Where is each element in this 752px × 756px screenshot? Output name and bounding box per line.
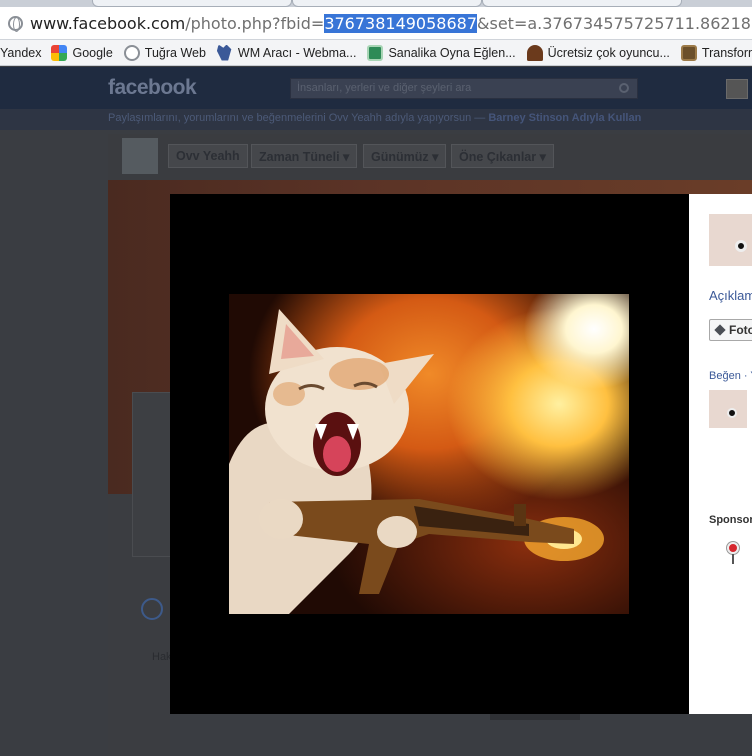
like-link[interactable]: Beğen · Y: [709, 370, 752, 382]
bookmark-label: Yandex: [0, 45, 42, 60]
bookmark-sanalika[interactable]: Sanalika Oyna Eğlen...: [367, 44, 516, 61]
browser-tab[interactable]: [482, 0, 682, 7]
bookmark-label: WM Aracı - Webma...: [237, 45, 357, 60]
bookmark-label: Google: [72, 45, 113, 60]
bookmark-wm-araci[interactable]: WM Aracı - Webma...: [216, 44, 357, 61]
about-label[interactable]: Hak: [152, 651, 172, 663]
google-icon: [51, 44, 68, 61]
avatar-eye-graphic: [727, 408, 737, 418]
page-fragment: [490, 714, 580, 720]
bookmark-label: Tuğra Web: [144, 45, 206, 60]
browser-tab[interactable]: [92, 0, 292, 7]
highlights-button[interactable]: Öne Çıkanlar ▾: [451, 144, 554, 168]
bookmark-transformice[interactable]: Transformice: [680, 44, 752, 61]
map-pin-icon[interactable]: [727, 542, 739, 564]
bookmark-label: Transformice: [701, 45, 752, 60]
photo-side-panel: Açıklam Foto Beğen · Y Sponsor: [689, 194, 752, 714]
bookmark-yandex[interactable]: Yandex: [0, 46, 41, 60]
timeline-button[interactable]: Zaman Tüneli ▾: [251, 144, 358, 168]
photo[interactable]: [229, 294, 629, 614]
page-nav-bar: Ovv Yeahh Zaman Tüneli ▾ Günümüz ▾ Öne Ç…: [108, 134, 752, 180]
url-tail: &set=a.376734575725711.86218.19091679430…: [477, 13, 752, 33]
globe-icon: [123, 44, 140, 61]
page-avatar[interactable]: [122, 138, 158, 174]
uploader-avatar[interactable]: [709, 214, 752, 266]
bookmark-label: Ücretsiz çok oyuncu...: [547, 45, 670, 60]
commenter-avatar[interactable]: [709, 390, 747, 428]
use-as-link[interactable]: Barney Stinson Adıyla Kullan: [488, 112, 641, 124]
search-icon[interactable]: [619, 83, 629, 93]
description-link[interactable]: Açıklam: [709, 288, 752, 303]
notice-text: Paylaşımlarını, yorumlarını ve beğenmele…: [108, 112, 489, 124]
facebook-header: facebook İnsanları, yerleri ve diğer şey…: [0, 67, 752, 109]
browser-tab[interactable]: [292, 0, 482, 7]
search-placeholder: İnsanları, yerleri ve diğer şeyleri ara: [297, 82, 472, 94]
bookmark-label: Sanalika Oyna Eğlen...: [388, 45, 516, 60]
facebook-logo[interactable]: facebook: [108, 76, 197, 100]
sponsored-heading: Sponsor: [709, 514, 752, 526]
tag-photo-label: Foto: [729, 323, 752, 337]
search-input[interactable]: İnsanları, yerleri ve diğer şeyleri ara: [290, 78, 638, 99]
identity-notice: Paylaşımlarını, yorumlarını ve beğenmele…: [0, 109, 752, 130]
now-button[interactable]: Günümüz ▾: [363, 144, 447, 168]
notifications-icon[interactable]: [726, 79, 748, 99]
bookmark-google[interactable]: Google: [51, 44, 113, 61]
game-icon: [526, 44, 543, 61]
globe-icon: [8, 15, 23, 32]
url-selected-text[interactable]: 376738149058687: [324, 13, 478, 33]
badge-icon: [141, 598, 163, 620]
tag-photo-button[interactable]: Foto: [709, 319, 752, 341]
url-path: /photo.php?fbid=: [185, 13, 325, 33]
photo-viewer: [170, 194, 689, 714]
avatar-eye-graphic: [735, 240, 747, 252]
bookmarks-bar: Yandex Google Tuğra Web WM Aracı - Webma…: [0, 40, 752, 66]
bookmark-ucretsiz[interactable]: Ücretsiz çok oyuncu...: [526, 44, 670, 61]
sanalika-icon: [367, 44, 384, 61]
wm-icon: [216, 44, 232, 61]
cat-with-gun-image: [229, 309, 604, 614]
address-bar[interactable]: www.facebook.com/photo.php?fbid= 37673814…: [0, 7, 752, 40]
url-host: www.facebook.com: [30, 13, 186, 33]
page-name-button[interactable]: Ovv Yeahh: [168, 144, 248, 168]
bookmark-tugra-web[interactable]: Tuğra Web: [123, 44, 206, 61]
transformice-icon: [680, 44, 697, 61]
tag-icon: [714, 324, 726, 336]
tab-strip: [0, 0, 752, 7]
